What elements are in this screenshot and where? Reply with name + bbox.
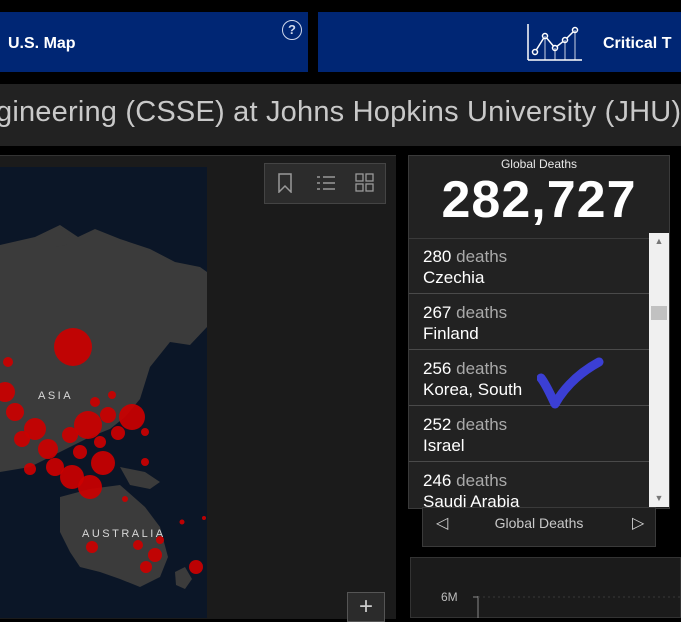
list-item[interactable]: 280 deaths Czechia <box>409 239 651 294</box>
country-name: Czechia <box>423 268 485 287</box>
death-count: 252 deaths <box>423 415 507 435</box>
death-count: 246 deaths <box>423 471 507 491</box>
case-point[interactable] <box>148 548 162 562</box>
scroll-up-arrow[interactable]: ▲ <box>649 234 669 248</box>
case-point[interactable] <box>141 458 149 466</box>
global-deaths-title: Global Deaths <box>500 157 578 171</box>
count-value: 267 <box>423 303 452 322</box>
case-point[interactable] <box>74 411 102 439</box>
help-icon[interactable]: ? <box>282 20 302 40</box>
case-point[interactable] <box>14 431 30 447</box>
map-canvas[interactable]: ASIA AUSTRALIA <box>0 167 207 618</box>
case-point[interactable] <box>133 540 143 550</box>
death-count: 267 deaths <box>423 303 507 323</box>
country-name: Korea, South <box>423 380 523 399</box>
case-point[interactable] <box>38 439 58 459</box>
next-page-arrow[interactable]: ▷ <box>632 513 644 533</box>
count-unit: deaths <box>456 247 508 266</box>
case-point[interactable] <box>3 357 13 367</box>
legend-list-icon[interactable] <box>316 174 336 192</box>
global-deaths-total: 282,727 <box>441 171 637 229</box>
line-chart-icon <box>527 24 582 61</box>
count-value: 252 <box>423 415 452 434</box>
count-unit: deaths <box>456 303 508 322</box>
count-unit: deaths <box>456 359 508 378</box>
case-point[interactable] <box>24 463 36 475</box>
asia-label: ASIA <box>38 390 73 402</box>
checkmark-annotation <box>537 357 604 409</box>
case-point[interactable] <box>202 516 206 520</box>
case-point[interactable] <box>100 407 116 423</box>
count-value: 246 <box>423 471 452 490</box>
list-item[interactable]: 267 deaths Finland <box>409 295 651 350</box>
country-name: Finland <box>423 324 479 343</box>
case-point[interactable] <box>179 519 185 525</box>
case-point[interactable] <box>86 541 98 553</box>
new-guinea-landmass <box>120 467 160 489</box>
case-point[interactable] <box>94 436 106 448</box>
case-point[interactable] <box>91 451 115 475</box>
count-value: 256 <box>423 359 452 378</box>
case-point[interactable] <box>189 560 203 574</box>
case-point[interactable] <box>140 561 152 573</box>
basemap-gallery-icon[interactable] <box>355 173 375 193</box>
map-view[interactable]: ASIA AUSTRALIA <box>0 167 207 618</box>
case-point[interactable] <box>122 496 128 502</box>
country-name: Israel <box>423 436 465 455</box>
new-zealand-landmass <box>175 567 192 589</box>
death-count: 280 deaths <box>423 247 507 267</box>
scrollbar[interactable] <box>649 233 669 507</box>
australia-label: AUSTRALIA <box>82 528 166 540</box>
case-point[interactable] <box>108 391 116 399</box>
chart-y-tick: 6M <box>441 590 458 604</box>
scroll-thumb[interactable] <box>651 306 667 320</box>
case-point[interactable] <box>73 445 87 459</box>
case-point[interactable] <box>119 404 145 430</box>
pager-label: Global Deaths <box>494 515 584 531</box>
case-point[interactable] <box>54 328 92 366</box>
list-item[interactable]: 246 deaths Saudi Arabia <box>409 463 651 508</box>
scroll-down-arrow[interactable]: ▼ <box>649 491 669 505</box>
count-value: 280 <box>423 247 452 266</box>
case-point[interactable] <box>141 428 149 436</box>
us-map-label: U.S. Map <box>8 35 76 52</box>
case-point[interactable] <box>78 475 102 499</box>
count-unit: deaths <box>456 471 508 490</box>
list-item[interactable]: 252 deaths Israel <box>409 407 651 462</box>
case-point[interactable] <box>90 397 100 407</box>
count-unit: deaths <box>456 415 508 434</box>
page-title: gineering (CSSE) at Johns Hopkins Univer… <box>0 96 681 128</box>
case-point[interactable] <box>111 426 125 440</box>
bookmark-icon[interactable] <box>278 173 292 193</box>
death-count: 256 deaths <box>423 359 507 379</box>
chart-axis <box>473 596 681 618</box>
list-item[interactable]: 256 deaths Korea, South <box>409 351 651 406</box>
critical-trends-label: Critical T <box>603 35 672 52</box>
case-point[interactable] <box>6 403 24 421</box>
